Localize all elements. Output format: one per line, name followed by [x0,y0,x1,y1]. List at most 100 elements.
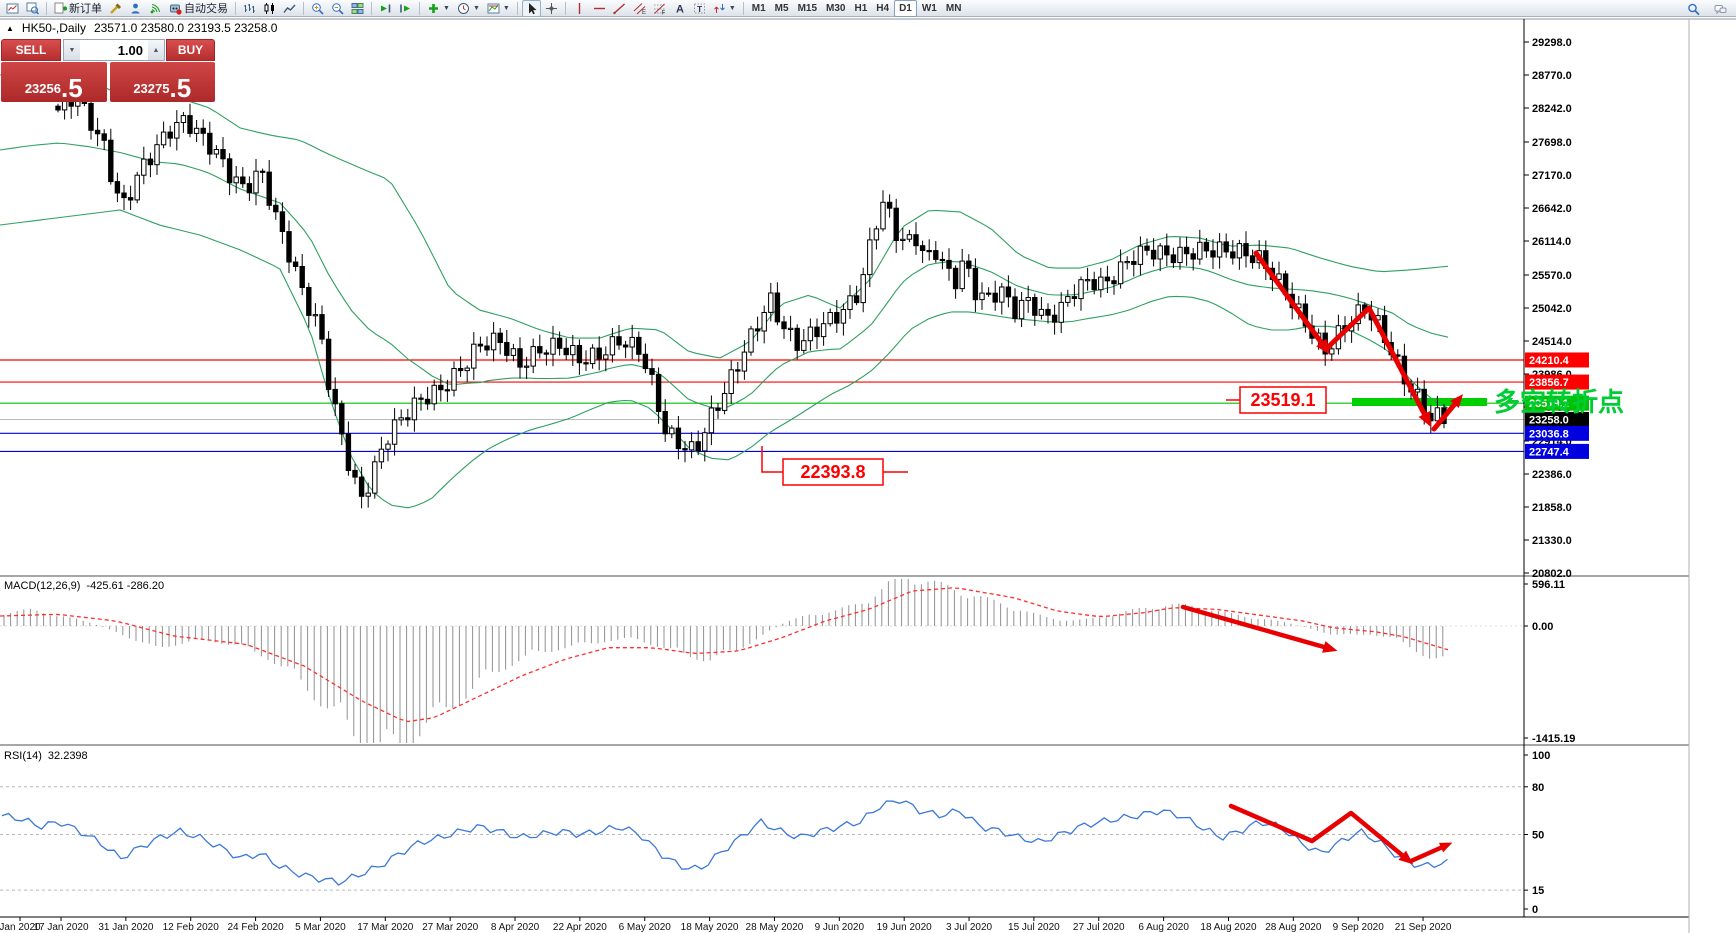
tf-H4[interactable]: H4 [872,1,893,16]
textA-icon: A [676,3,684,15]
chart-area[interactable]: 29298.0 28770.0 28242.0 27698.0 27170.0 26642… [0,18,1736,933]
tf-H1[interactable]: H1 [850,1,871,16]
zoom-out-button[interactable] [328,0,347,17]
svg-text:E: E [642,10,646,15]
crosshair-icon [545,2,557,14]
text-label-button[interactable]: T [690,0,709,17]
svg-text:28242.0: 28242.0 [1532,103,1572,115]
chevron-down-icon: ▼ [472,4,480,12]
tf-M30[interactable]: M30 [822,1,849,16]
svg-text:9 Sep 2020: 9 Sep 2020 [1333,922,1385,933]
new-chart-button[interactable] [3,0,22,17]
rsi-trend-arrow[interactable] [1228,803,1414,865]
horizontal-line-button[interactable] [590,0,609,17]
tf-M1[interactable]: M1 [748,1,770,16]
trendline-button[interactable] [610,0,629,17]
volume-decrease-button[interactable]: ▼ [64,40,80,60]
indicators-icon [429,3,438,13]
toolbar: 新订单 自动交易 ▼ ▼ ▼ E F A T ▼ M1 M5 M15 M30 H1 H4 D1 W1 MN [0,0,1736,17]
macd-trend-arrow[interactable] [1180,604,1338,653]
line-chart-mode-button[interactable] [280,0,299,17]
zoom-in-button[interactable] [308,0,327,17]
rsi-label: RSI(14) 32.2398 [4,750,88,762]
svg-text:29298.0: 29298.0 [1532,37,1572,49]
new-order-button[interactable]: 新订单 [51,0,105,17]
price-annotation-22393[interactable]: 22393.8 [782,458,884,486]
trendline-icon [613,2,625,14]
tile-windows-button[interactable] [348,0,367,17]
autotrade-icon [170,4,182,15]
signals-button[interactable] [146,0,165,17]
tf-W1[interactable]: W1 [918,1,941,16]
svg-text:A: A [676,3,684,15]
svg-text:21330.0: 21330.0 [1532,535,1572,547]
accounts-button[interactable] [126,0,145,17]
macd-values: -425.61 -286.20 [86,580,165,592]
auto-scroll-button[interactable] [376,0,395,17]
svg-text:15 Jul 2020: 15 Jul 2020 [1008,922,1060,933]
toolbar-separator [419,1,420,15]
price-annotation-23519[interactable]: 23519.1 [1239,386,1327,414]
vline-icon [578,2,581,14]
svg-text:24514.0: 24514.0 [1532,336,1572,348]
svg-text:15: 15 [1532,885,1544,897]
macd-histogram [3,579,1444,743]
sell-price[interactable]: 23256.5 [1,62,107,102]
tf-MN[interactable]: MN [942,1,966,16]
crosshair-button[interactable] [542,0,561,17]
rsi-value: 32.2398 [47,750,88,762]
bars-icon [244,3,255,13]
clear-objects-button[interactable] [106,0,125,17]
svg-text:21 Sep 2020: 21 Sep 2020 [1395,922,1452,933]
rsi-up-arrow[interactable] [1408,842,1453,864]
linechart-icon [283,4,296,13]
bollinger-middle-line [0,142,1449,410]
toolbar-separator [516,1,518,15]
one-click-collapse-icon[interactable]: ▲ [6,24,14,33]
svg-text:50: 50 [1532,830,1544,842]
svg-text:T: T [697,3,703,13]
svg-text:23519.1: 23519.1 [1250,390,1315,410]
toolbar-separator [46,1,47,15]
templates-button[interactable]: ▼ [484,0,513,17]
periods-button[interactable]: ▼ [454,0,483,17]
svg-text:3 Jul 2020: 3 Jul 2020 [946,922,993,933]
newchart-icon [6,3,19,13]
tf-D1[interactable]: D1 [894,0,917,17]
neworder-icon [54,2,67,13]
sell-button[interactable]: SELL [1,39,61,61]
tf-M15[interactable]: M15 [794,1,821,16]
svg-text:-1415.19: -1415.19 [1532,733,1575,745]
svg-text:23036.8: 23036.8 [1529,428,1569,440]
arrows-button[interactable]: ▼ [710,0,739,17]
tf-M5[interactable]: M5 [771,1,793,16]
text-button[interactable]: A [670,0,689,17]
svg-text:6 Aug 2020: 6 Aug 2020 [1138,922,1189,933]
toolbar-separator [564,1,566,15]
chat-button[interactable] [1711,1,1730,18]
turning-point-text[interactable]: 多空转折点 [1494,387,1624,417]
search-button[interactable] [1684,1,1703,18]
svg-text:6 May 2020: 6 May 2020 [619,922,672,933]
candlestick-mode-button[interactable] [260,0,279,17]
buy-price[interactable]: 23275.5 [109,62,215,102]
rsi-name: RSI(14) [4,750,42,762]
cursor-button[interactable] [521,0,541,17]
buy-button[interactable]: BUY [166,39,215,61]
vertical-line-button[interactable] [570,0,589,17]
bar-chart-mode-button[interactable] [240,0,259,17]
rsi-line [1,800,1448,886]
autoscroll-icon [381,4,391,12]
volume-input[interactable] [80,40,148,60]
auto-trading-button[interactable]: 自动交易 [166,0,231,17]
equidistant-channel-button[interactable]: E [630,0,649,17]
fibo-icon: F [653,3,665,15]
indicators-button[interactable]: ▼ [424,0,453,17]
chevron-down-icon: ▼ [443,4,450,12]
svg-text:8 Apr 2020: 8 Apr 2020 [491,922,540,933]
chart-shift-button[interactable] [396,0,415,17]
person-icon [131,3,140,13]
volume-increase-button[interactable]: ▲ [148,40,164,60]
profiles-button[interactable] [23,0,42,17]
fibonacci-button[interactable]: F [650,0,669,17]
